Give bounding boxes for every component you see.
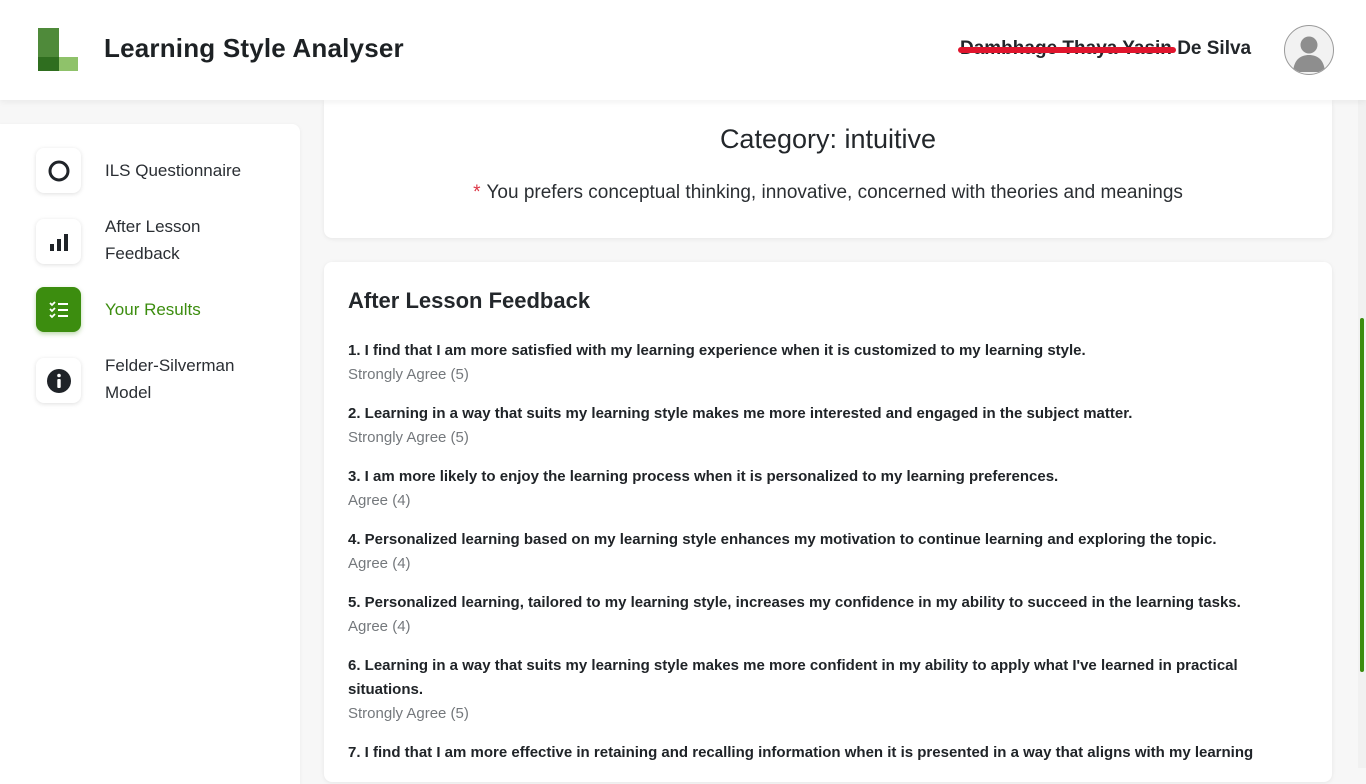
- sidebar-item-label: ILS Questionnaire: [105, 161, 242, 180]
- answer-text: Strongly Agree (5): [348, 366, 469, 383]
- app-logo[interactable]: [38, 28, 78, 71]
- app-title: Learning Style Analyser: [104, 33, 404, 63]
- list-item: 5. Personalized learning, tailored to my…: [348, 591, 1268, 639]
- sidebar-item-label: Felder-Silverman Model: [105, 356, 235, 402]
- category-description: * You prefers conceptual thinking, innova…: [324, 182, 1332, 204]
- user-surname: De Silva: [1177, 38, 1252, 59]
- redacted-name: Dambhage Thaya Yasin: [958, 38, 1176, 59]
- avatar[interactable]: [1284, 25, 1334, 75]
- list-item: 4. Personalized learning based on my lea…: [348, 528, 1268, 576]
- feedback-card: After Lesson Feedback 1. I find that I a…: [324, 262, 1332, 782]
- list-item: 3. I am more likely to enjoy the learnin…: [348, 465, 1268, 513]
- question-text: 2. Learning in a way that suits my learn…: [348, 405, 1133, 422]
- required-marker: *: [473, 182, 481, 203]
- answer-text: Agree (4): [348, 618, 411, 635]
- list-item: 7. I find that I am more effective in re…: [348, 741, 1268, 765]
- info-icon: [36, 358, 81, 403]
- circle-outline-icon: [36, 148, 81, 193]
- question-text: 1. I find that I am more satisfied with …: [348, 342, 1086, 359]
- answer-text: Agree (4): [348, 555, 411, 572]
- answer-text: Agree (4): [348, 492, 411, 509]
- user-name[interactable]: Dambhage Thaya Yasin De Silva: [958, 38, 1252, 60]
- sidebar: ILS Questionnaire After Lesson Feedback …: [0, 124, 300, 784]
- list-item: 2. Learning in a way that suits my learn…: [348, 402, 1268, 450]
- list-item: 6. Learning in a way that suits my learn…: [348, 654, 1268, 726]
- list-item: 1. I find that I am more satisfied with …: [348, 339, 1268, 387]
- feedback-title: After Lesson Feedback: [348, 288, 591, 313]
- question-text: 3. I am more likely to enjoy the learnin…: [348, 468, 1059, 485]
- user-avatar-icon: [1293, 36, 1325, 72]
- scrollbar-thumb[interactable]: [1360, 318, 1364, 672]
- category-description-text: You prefers conceptual thinking, innovat…: [486, 182, 1183, 203]
- question-text: 7. I find that I am more effective in re…: [348, 744, 1254, 761]
- question-text: 5. Personalized learning, tailored to my…: [348, 594, 1241, 611]
- answer-text: Strongly Agree (5): [348, 705, 469, 722]
- checklist-icon: [36, 287, 81, 332]
- sidebar-item-label: After Lesson Feedback: [105, 217, 201, 263]
- category-card: Category: intuitive * You prefers concept…: [324, 100, 1332, 238]
- category-title: Category: intuitive: [719, 124, 937, 154]
- sidebar-item-label: Your Results: [105, 300, 201, 319]
- question-text: 4. Personalized learning based on my lea…: [348, 531, 1217, 548]
- bar-chart-icon: [36, 219, 81, 264]
- app-header: Learning Style Analyser Dambhage Thaya Y…: [0, 0, 1366, 100]
- question-text: 6. Learning in a way that suits my learn…: [348, 657, 1238, 698]
- answer-text: Strongly Agree (5): [348, 429, 469, 446]
